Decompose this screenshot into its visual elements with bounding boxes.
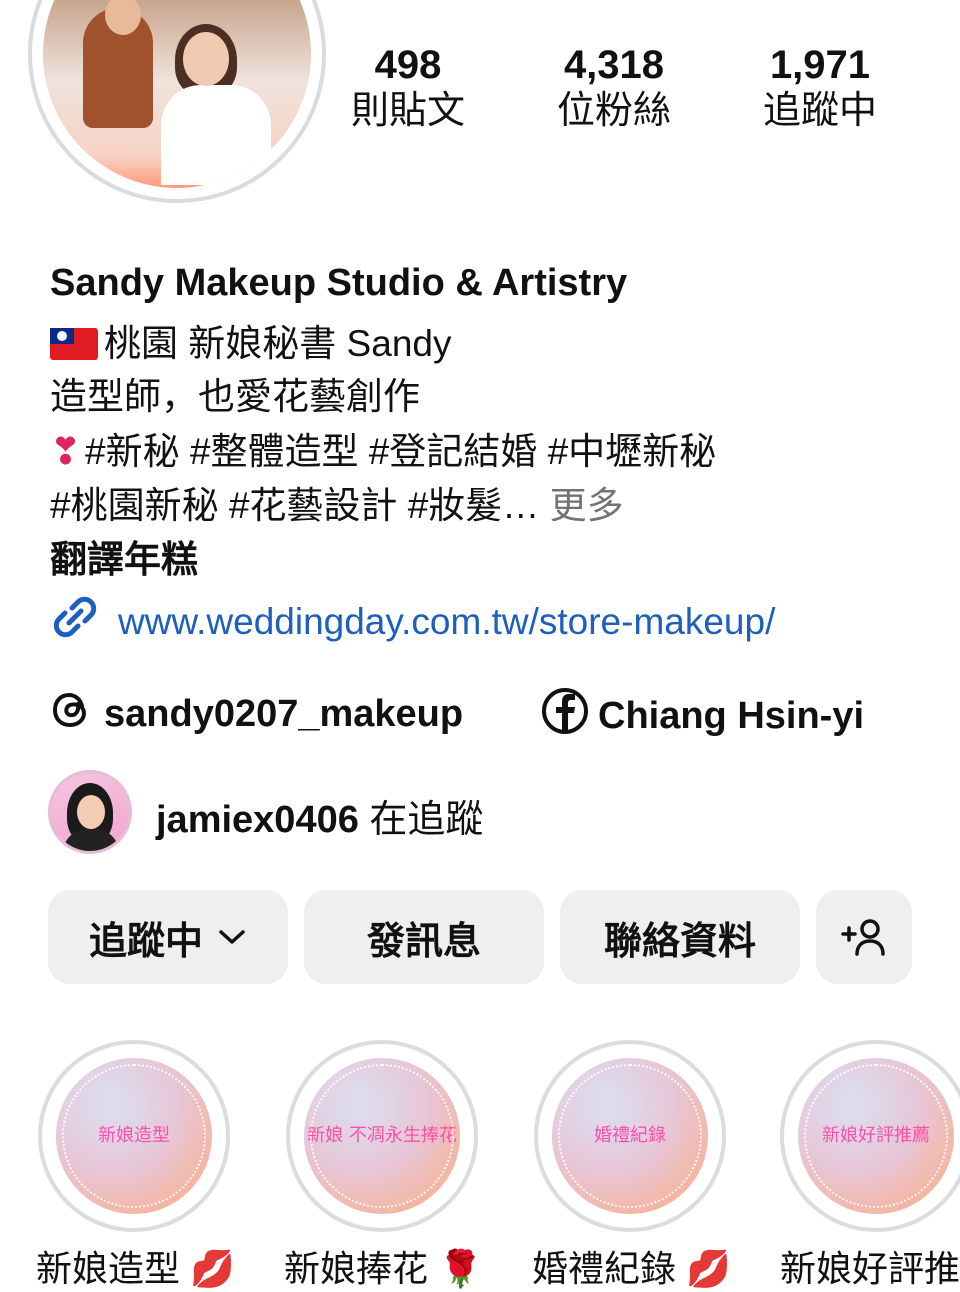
heart-exclamation-icon: ❣: [50, 431, 82, 472]
highlight-ring: 新娘造型: [38, 1040, 230, 1232]
highlight-ring: 婚禮紀錄: [534, 1040, 726, 1232]
mutual-follower-suffix: 在追蹤: [369, 799, 484, 841]
contact-button-label: 聯絡資料: [603, 920, 756, 963]
facebook-name: Chiang Hsin-yi: [598, 695, 865, 737]
highlight-ring: 新娘 不凋永生捧花: [286, 1040, 478, 1232]
bio-line-1-text: 桃園 新娘秘書 Sandy: [104, 323, 452, 364]
contact-button[interactable]: 聯絡資料: [560, 890, 800, 984]
highlight-label: 新娘捧花 🌹: [284, 1248, 483, 1289]
highlight-label: 新娘好評推薦: [780, 1248, 960, 1289]
followers-count-value: 4,318: [563, 43, 665, 87]
bio-line-1: 桃園 新娘秘書 Sandy: [50, 322, 451, 366]
followers-count[interactable]: 4,318 位粉絲: [514, 42, 714, 134]
suggested-users-button[interactable]: [816, 890, 912, 984]
bio-line-4-text: #桃園新秘 #花藝設計 #妝髮…: [50, 485, 540, 526]
highlight-cover: 新娘 不凋永生捧花: [304, 1058, 460, 1214]
highlight-label: 婚禮紀錄 💋: [532, 1248, 731, 1289]
profile-name: Sandy Makeup Studio & Artistry: [50, 262, 628, 304]
posts-count-label: 則貼文: [350, 90, 465, 132]
facebook-link[interactable]: Chiang Hsin-yi: [540, 686, 864, 738]
posts-count[interactable]: 498 則貼文: [308, 42, 508, 134]
threads-link[interactable]: sandy0207_makeup: [48, 686, 463, 736]
add-person-icon: [841, 919, 885, 956]
bio-line-4: #桃園新秘 #花藝設計 #妝髮… 更多: [50, 484, 624, 528]
chevron-down-icon: [219, 930, 245, 944]
link-icon: [53, 596, 97, 638]
bio-line-3: ❣ #新秘 #整體造型 #登記結婚 #中壢新秘: [50, 430, 716, 474]
highlight-bride-reviews[interactable]: 新娘好評推薦 新娘好評推薦: [780, 1040, 960, 1292]
mutual-follower-text[interactable]: jamiex0406 在追蹤: [156, 788, 483, 843]
following-button-label: 追蹤中: [88, 920, 203, 963]
taiwan-flag-icon: [50, 328, 98, 360]
highlight-bride-bouquet[interactable]: 新娘 不凋永生捧花 新娘捧花 🌹: [284, 1040, 483, 1292]
threads-icon: [52, 692, 87, 728]
highlight-cover: 婚禮紀錄: [552, 1058, 708, 1214]
highlight-cover: 新娘好評推薦: [798, 1058, 954, 1214]
message-button-label: 發訊息: [366, 920, 481, 963]
highlight-ring: 新娘好評推薦: [780, 1040, 960, 1232]
highlight-wedding-record[interactable]: 婚禮紀錄 婚禮紀錄 💋: [532, 1040, 731, 1292]
following-count-value: 1,971: [769, 43, 871, 87]
highlight-label: 新娘造型 💋: [36, 1248, 235, 1289]
mutual-follower-avatar[interactable]: [48, 770, 132, 854]
following-count-label: 追蹤中: [762, 90, 877, 132]
lips-icon: 💋: [686, 1248, 731, 1289]
website-link[interactable]: www.weddingday.com.tw/store-makeup/: [50, 592, 775, 643]
threads-handle: sandy0207_makeup: [104, 693, 464, 735]
highlight-bride-styling[interactable]: 新娘造型 新娘造型 💋: [36, 1040, 235, 1292]
translate-link[interactable]: 翻譯年糕: [50, 538, 198, 582]
posts-count-value: 498: [374, 43, 442, 87]
followers-count-label: 位粉絲: [556, 90, 671, 132]
mutual-follower-username: jamiex0406: [156, 799, 359, 841]
following-button[interactable]: 追蹤中: [48, 890, 288, 984]
bio-line-2: 造型師，也愛花藝創作: [50, 376, 420, 417]
bio-line-3-text: #新秘 #整體造型 #登記結婚 #中壢新秘: [85, 431, 717, 472]
bio-more-link[interactable]: 更多: [550, 485, 624, 526]
website-link-text: www.weddingday.com.tw/store-makeup/: [118, 601, 776, 642]
message-button[interactable]: 發訊息: [304, 890, 544, 984]
facebook-icon: [542, 688, 588, 734]
following-count[interactable]: 1,971 追蹤中: [720, 42, 920, 134]
highlight-cover: 新娘造型: [56, 1058, 212, 1214]
rose-icon: 🌹: [438, 1248, 483, 1289]
lips-icon: 💋: [190, 1248, 235, 1289]
